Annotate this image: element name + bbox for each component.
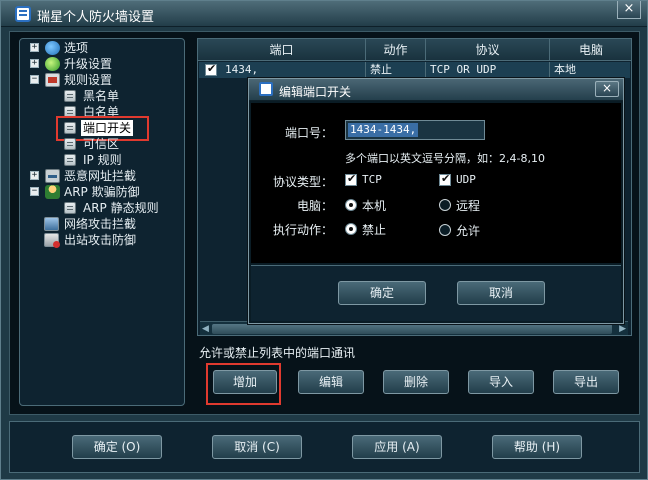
firewall-settings-window: 瑞星个人防火墙设置 × + 选项 + 升级设置 − 规则设置 黑名单 白名单 端…	[0, 0, 648, 480]
computer-label: 电脑：	[297, 199, 334, 213]
tree-item-trusted-zone[interactable]: 可信区	[64, 136, 174, 152]
table-row[interactable]: 1434, 禁止 TCP OR UDP 本地	[199, 62, 630, 78]
column-header-port[interactable]: 端口	[198, 39, 366, 61]
tree-item-label: 可信区	[83, 137, 120, 151]
cancel-button[interactable]: 取消 (C)	[212, 435, 302, 459]
allow-radio[interactable]	[439, 224, 451, 236]
tree-item-rules[interactable]: − 规则设置	[30, 72, 180, 88]
page-icon	[64, 202, 76, 214]
network-attack-icon	[44, 217, 59, 231]
dialog-button-area	[251, 265, 621, 321]
tree-item-blacklist[interactable]: 黑名单	[64, 88, 174, 104]
column-header-computer[interactable]: 电脑	[550, 39, 632, 61]
cell-computer: 本地	[554, 63, 576, 76]
allow-label: 允许	[456, 224, 481, 238]
port-number-label: 端口号：	[285, 126, 334, 140]
delete-button[interactable]: 删除	[383, 370, 449, 394]
local-label: 本机	[362, 199, 387, 213]
tree-item-malicious-url[interactable]: + 恶意网址拦截	[30, 168, 180, 184]
remote-radio[interactable]	[439, 199, 451, 211]
firewall-app-icon	[15, 6, 31, 22]
row-checkbox[interactable]	[205, 62, 217, 76]
port-list-description: 允许或禁止列表中的端口通讯	[199, 346, 356, 360]
local-radio[interactable]	[345, 199, 357, 211]
tree-item-outbound-defense[interactable]: 出站攻击防御	[44, 232, 180, 248]
tree-item-upgrade[interactable]: + 升级设置	[30, 56, 180, 72]
tree-item-ip-rules[interactable]: IP 规则	[64, 152, 174, 168]
column-header-action[interactable]: 动作	[366, 39, 426, 61]
cell-action: 禁止	[366, 62, 426, 78]
tree-item-network-attack[interactable]: 网络攻击拦截	[44, 216, 180, 232]
remote-label: 远程	[456, 199, 481, 213]
window-title: 瑞星个人防火墙设置	[37, 10, 155, 25]
expand-icon[interactable]: +	[30, 59, 39, 68]
title-bar: 瑞星个人防火墙设置 ×	[1, 1, 647, 27]
action-label: 执行动作：	[273, 223, 334, 237]
window-close-button[interactable]: ×	[617, 1, 641, 19]
port-table-header: 端口 动作 协议 电脑	[198, 39, 631, 61]
apply-button[interactable]: 应用 (A)	[352, 435, 442, 459]
dialog-cancel-button[interactable]: 取消	[457, 281, 545, 305]
tree-item-label: 选项	[64, 41, 89, 55]
tree-item-label: 升级设置	[64, 57, 113, 71]
tree-item-label: 出站攻击防御	[64, 233, 137, 247]
dialog-title-bar: 编辑端口开关 ×	[249, 79, 623, 101]
malicious-url-icon	[45, 169, 60, 183]
protocol-type-label: 协议类型：	[273, 175, 334, 189]
cell-port: 1434,	[221, 62, 366, 78]
page-icon	[64, 138, 76, 150]
firewall-app-icon	[259, 82, 273, 96]
column-header-protocol[interactable]: 协议	[426, 39, 550, 61]
tree-item-label: ARP 欺骗防御	[64, 185, 140, 199]
tcp-checkbox[interactable]	[345, 172, 357, 186]
udp-label: UDP	[456, 173, 476, 186]
tree-item-arp-static-rules[interactable]: ARP 静态规则	[64, 200, 179, 216]
page-icon	[64, 90, 76, 102]
tree-item-arp-defense[interactable]: − ARP 欺骗防御	[30, 184, 180, 200]
tcp-label: TCP	[362, 173, 382, 186]
forbid-label: 禁止	[362, 223, 387, 237]
port-number-value: 1434-1434,	[348, 123, 419, 137]
collapse-icon[interactable]: −	[30, 75, 39, 84]
tree-item-options[interactable]: + 选项	[30, 40, 180, 56]
edit-button[interactable]: 编辑	[298, 370, 364, 394]
export-button[interactable]: 导出	[553, 370, 619, 394]
dialog-close-button[interactable]: ×	[595, 81, 619, 97]
scroll-right-icon[interactable]: ▶	[619, 324, 626, 334]
tree-item-label: 恶意网址拦截	[64, 169, 137, 183]
upgrade-icon	[45, 57, 60, 71]
forbid-radio[interactable]	[345, 223, 357, 235]
tree-item-label: 规则设置	[64, 73, 113, 87]
tree-item-label: 黑名单	[83, 89, 120, 103]
dialog-ok-button[interactable]: 确定	[338, 281, 426, 305]
ok-button[interactable]: 确定 (O)	[72, 435, 162, 459]
scroll-left-icon[interactable]: ◀	[202, 324, 209, 334]
port-hint-text: 多个端口以英文逗号分隔，如：2,4-8,10	[345, 152, 545, 165]
dialog-title: 编辑端口开关	[279, 85, 352, 99]
import-button[interactable]: 导入	[468, 370, 534, 394]
udp-checkbox[interactable]	[439, 172, 451, 186]
options-icon	[45, 41, 60, 55]
outbound-icon	[44, 233, 60, 248]
tree-item-label: IP 规则	[83, 153, 122, 167]
add-button-highlight-box	[206, 363, 281, 405]
help-button[interactable]: 帮助 (H)	[492, 435, 582, 459]
expand-icon[interactable]: +	[30, 43, 39, 52]
page-icon	[64, 154, 76, 166]
port-number-input[interactable]: 1434-1434,	[345, 120, 485, 140]
tree-item-label: 网络攻击拦截	[64, 217, 137, 231]
cell-protocol: TCP OR UDP	[426, 62, 550, 78]
arp-icon	[45, 185, 60, 199]
tree-item-label: ARP 静态规则	[83, 201, 159, 215]
rules-icon	[45, 73, 60, 87]
collapse-icon[interactable]: −	[30, 187, 39, 196]
expand-icon[interactable]: +	[30, 171, 39, 180]
scrollbar-thumb[interactable]	[212, 324, 612, 334]
